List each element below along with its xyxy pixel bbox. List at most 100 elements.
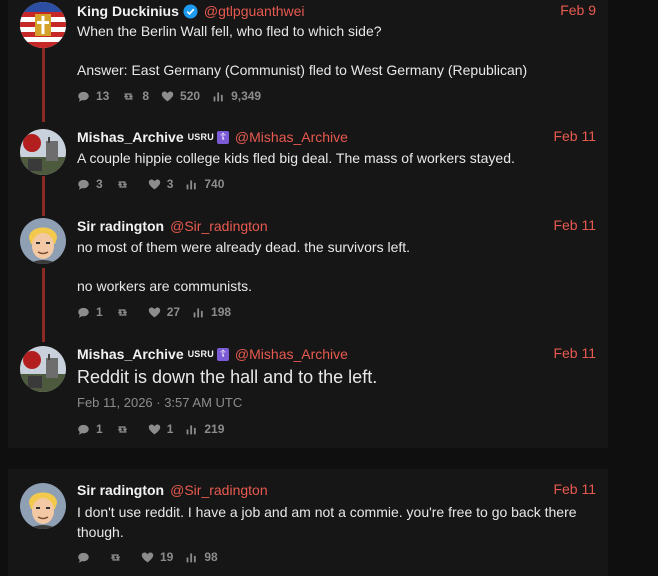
heart-icon: [148, 423, 161, 436]
comment-stat[interactable]: 13: [77, 89, 109, 103]
affiliation-badge: USRU ☦: [187, 130, 229, 144]
tweet-text: Reddit is down the hall and to the left.: [77, 366, 577, 388]
retweet-stat[interactable]: 8: [121, 89, 149, 103]
retweet-icon: [115, 306, 130, 319]
avatar[interactable]: [20, 483, 66, 529]
tweet-date[interactable]: Feb 11: [553, 345, 596, 361]
tweet-stats: 3 3 740: [77, 176, 236, 192]
tweet-paragraph: I don't use reddit. I have a job and am …: [77, 504, 577, 540]
heart-icon: [148, 178, 161, 191]
comment-icon: [77, 306, 90, 319]
views-icon: [185, 551, 198, 564]
tweet[interactable]: Sir radington @Sir_radington Feb 11 no m…: [8, 216, 608, 326]
username[interactable]: @Mishas_Archive: [235, 129, 348, 145]
cartoon-hero-avatar: [20, 218, 66, 264]
landscape-avatar: [20, 129, 66, 175]
like-stat[interactable]: 520: [161, 89, 200, 103]
tweet-text: I don't use reddit. I have a job and am …: [77, 502, 577, 542]
landscape-avatar: [20, 346, 66, 392]
tweet[interactable]: Mishas_Archive USRU ☦ @Mishas_Archive Fe…: [8, 344, 608, 444]
views-stat: 198: [192, 305, 231, 319]
tweet-paragraph: no most of them were already dead. the s…: [77, 239, 411, 255]
views-stat: 98: [185, 550, 218, 564]
tweet-stats: 19 98: [77, 549, 230, 565]
display-name[interactable]: Sir radington: [77, 482, 164, 498]
heart-icon: [161, 90, 174, 103]
retweet-icon: [108, 551, 123, 564]
tweet-paragraph: Answer: East Germany (Communist) fled to…: [77, 62, 528, 78]
tweet-date[interactable]: Feb 9: [560, 2, 596, 18]
badge-label: USRU: [187, 132, 214, 142]
views-icon: [192, 306, 205, 319]
comment-icon: [77, 551, 90, 564]
avatar[interactable]: [20, 218, 66, 264]
thread-panel: King Duckinius @gtlpguanthwei Feb 9 When…: [8, 0, 608, 448]
orthodox-cross-icon: ☦: [216, 347, 229, 361]
tweet-date[interactable]: Feb 11: [553, 481, 596, 497]
tweet[interactable]: Mishas_Archive USRU ☦ @Mishas_Archive Fe…: [8, 127, 608, 197]
comment-stat[interactable]: 1: [77, 422, 103, 436]
username[interactable]: @gtlpguanthwei: [204, 3, 305, 19]
cartoon-hero-avatar: [20, 483, 66, 529]
display-name[interactable]: King Duckinius: [77, 3, 179, 19]
heart-icon: [148, 306, 161, 319]
like-stat[interactable]: 27: [148, 305, 180, 319]
tweet-header: Mishas_Archive USRU ☦ @Mishas_Archive: [77, 128, 348, 146]
tweet-stats: 1 27 198: [77, 304, 243, 320]
badge-label: USRU: [187, 349, 214, 359]
comment-icon: [77, 423, 90, 436]
tweet-date[interactable]: Feb 11: [553, 128, 596, 144]
tweet[interactable]: King Duckinius @gtlpguanthwei Feb 9 When…: [8, 0, 608, 110]
views-stat: 9,349: [212, 89, 261, 103]
avatar[interactable]: [20, 346, 66, 392]
views-icon: [185, 178, 198, 191]
tweet[interactable]: Sir radington @Sir_radington Feb 11 I do…: [8, 481, 608, 571]
tweet-stats: 13 8 520 9,349: [77, 88, 273, 104]
like-stat[interactable]: 19: [141, 550, 173, 564]
comment-stat[interactable]: 3: [77, 177, 103, 191]
comment-stat[interactable]: 1: [77, 305, 103, 319]
tweet-text: When the Berlin Wall fell, who fled to w…: [77, 21, 577, 80]
comment-stat[interactable]: [77, 551, 96, 564]
tweet-text: no most of them were already dead. the s…: [77, 237, 577, 296]
tweet-paragraph: Reddit is down the hall and to the left.: [77, 367, 378, 387]
retweet-stat[interactable]: [115, 423, 136, 436]
tweet-paragraph: When the Berlin Wall fell, who fled to w…: [77, 23, 382, 39]
tweet-header: Mishas_Archive USRU ☦ @Mishas_Archive: [77, 345, 348, 363]
views-stat: 740: [185, 177, 224, 191]
tweet-stats: 1 1 219: [77, 421, 236, 437]
tweet-paragraph: no workers are communists.: [77, 278, 253, 294]
like-stat[interactable]: 3: [148, 177, 173, 191]
username[interactable]: @Sir_radington: [170, 218, 268, 234]
avatar[interactable]: [20, 129, 66, 175]
username[interactable]: @Sir_radington: [170, 482, 268, 498]
heart-icon: [141, 551, 154, 564]
comment-icon: [77, 178, 90, 191]
avatar[interactable]: [20, 2, 66, 48]
views-stat: 219: [185, 422, 224, 436]
views-icon: [212, 90, 225, 103]
display-name[interactable]: Mishas_Archive: [77, 129, 184, 145]
retweet-stat[interactable]: [115, 178, 136, 191]
tweet-header: Sir radington @Sir_radington: [77, 481, 268, 499]
retweet-stat[interactable]: [115, 306, 136, 319]
like-stat[interactable]: 1: [148, 422, 173, 436]
tweet-paragraph: A couple hippie college kids fled big de…: [77, 150, 515, 166]
retweet-icon: [115, 178, 130, 191]
display-name[interactable]: Sir radington: [77, 218, 164, 234]
flag-cross-avatar: [20, 2, 66, 48]
comment-icon: [77, 90, 90, 103]
retweet-stat[interactable]: [108, 551, 129, 564]
verified-icon: [183, 3, 198, 19]
username[interactable]: @Mishas_Archive: [235, 346, 348, 362]
tweet-timestamp[interactable]: Feb 11, 2026 · 3:57 AM UTC: [77, 395, 242, 410]
display-name[interactable]: Mishas_Archive: [77, 346, 184, 362]
tweet-header: King Duckinius @gtlpguanthwei: [77, 2, 305, 20]
tweet-header: Sir radington @Sir_radington: [77, 217, 268, 235]
retweet-icon: [115, 423, 130, 436]
tweet-text: A couple hippie college kids fled big de…: [77, 148, 577, 168]
retweet-icon: [121, 90, 136, 103]
views-icon: [185, 423, 198, 436]
reply-panel: Sir radington @Sir_radington Feb 11 I do…: [8, 469, 608, 576]
tweet-date[interactable]: Feb 11: [553, 217, 596, 233]
